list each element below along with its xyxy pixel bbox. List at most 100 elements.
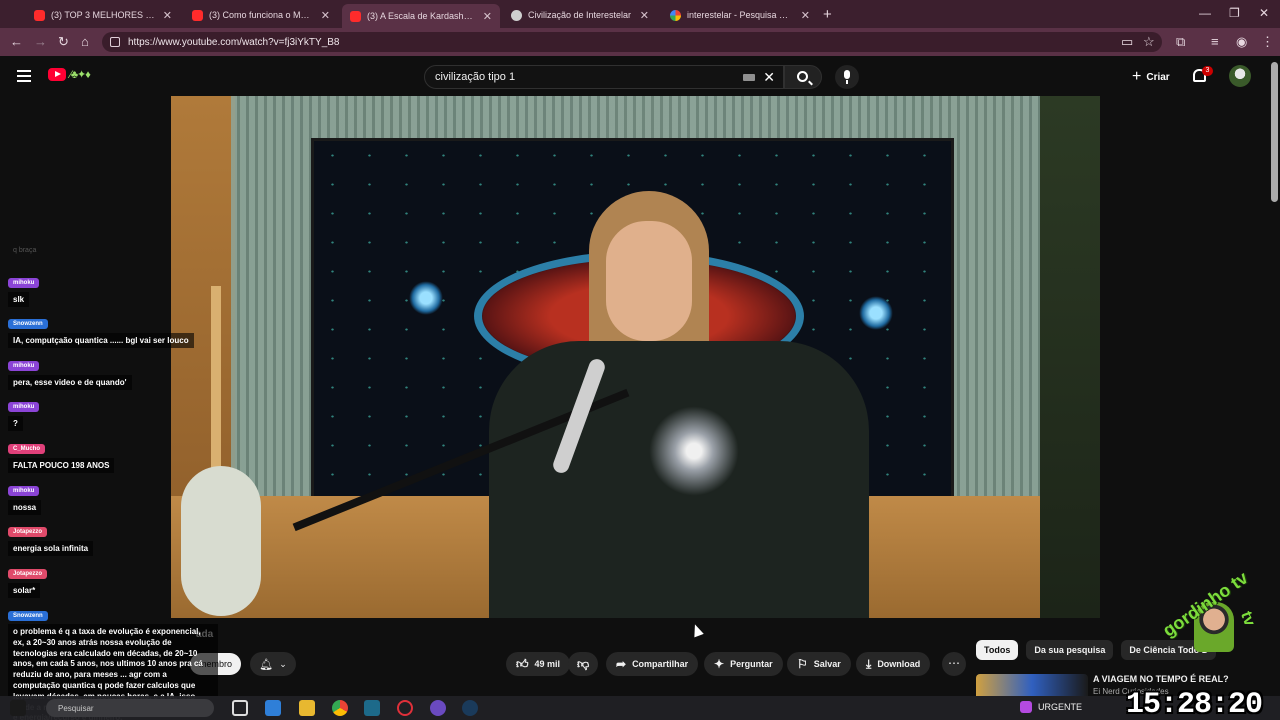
- close-tab-icon[interactable]: ✕: [321, 9, 330, 22]
- share-label: Compartilhar: [632, 659, 689, 669]
- start-icon[interactable]: [10, 700, 26, 716]
- close-tab-icon[interactable]: ✕: [483, 10, 492, 23]
- browser-tab-2[interactable]: (3) Como funciona o MAIOR TE ✕: [184, 4, 338, 26]
- chat-username: Snowzenn: [8, 319, 48, 329]
- chat-text: slk: [8, 292, 30, 307]
- discord-icon[interactable]: [430, 700, 446, 716]
- tab-title: (3) TOP 3 MELHORES MOUSES: [51, 10, 157, 20]
- taskbar-notification[interactable]: URGENTE: [1020, 701, 1082, 713]
- chat-username: mihoku: [8, 361, 40, 371]
- browser-toolbar: ← → ↻ ⌂ https://www.youtube.com/watch?v=…: [0, 28, 1280, 56]
- opera-icon[interactable]: [397, 700, 413, 716]
- back-icon[interactable]: ←: [10, 34, 23, 49]
- minimize-icon[interactable]: —: [1199, 6, 1211, 20]
- thumbs-down-icon: 👎︎: [577, 656, 590, 671]
- download-button[interactable]: ⤓ Download: [856, 652, 931, 676]
- page-scrollbar[interactable]: [1271, 62, 1278, 202]
- store-icon[interactable]: [265, 700, 281, 716]
- close-tab-icon[interactable]: ✕: [801, 9, 810, 22]
- chat-hint: q braça: [13, 247, 37, 254]
- chat-message: mihoku ?: [8, 395, 40, 431]
- browser-tab-3[interactable]: (3) A Escala de Kardashev Expli ✕: [342, 4, 500, 28]
- chat-username: C_Mucho: [8, 444, 45, 454]
- search-button[interactable]: [784, 65, 822, 89]
- task-view-icon[interactable]: [232, 700, 248, 716]
- tab-title: (3) Como funciona o MAIOR TE: [209, 10, 315, 20]
- home-icon[interactable]: ⌂: [81, 34, 89, 49]
- chat-text: pera, esse video e de quando': [8, 375, 132, 390]
- chat-message: Jotapezzo solar*: [8, 562, 48, 598]
- chat-username: Snowzenn: [8, 611, 48, 621]
- dislike-button[interactable]: 👎︎: [568, 652, 599, 676]
- search-icon: [797, 71, 808, 82]
- notification-app-icon: [1020, 701, 1032, 713]
- plus-icon: +: [1132, 68, 1142, 85]
- browser-tab-4[interactable]: Civilização de Interestelar ✕: [503, 4, 657, 26]
- forward-icon[interactable]: →: [34, 34, 47, 49]
- menu-kebab-icon[interactable]: ⋮: [1261, 34, 1274, 50]
- taskbar-search[interactable]: Pesquisar: [46, 699, 214, 717]
- youtube-favicon-icon: [350, 10, 361, 22]
- more-actions-icon[interactable]: ⋯: [942, 652, 966, 676]
- search-input[interactable]: civilização tipo 1 ✕: [424, 65, 784, 89]
- ask-label: Perguntar: [730, 659, 773, 669]
- globe-favicon-icon: [511, 9, 522, 21]
- chat-message: mihoku nossa: [8, 479, 42, 515]
- media-controls-icon[interactable]: ≡: [1211, 34, 1219, 49]
- clear-search-icon[interactable]: ✕: [763, 69, 775, 86]
- browser-tab-5[interactable]: interestelar - Pesquisa Google ✕: [662, 4, 818, 26]
- youtube-favicon-icon: [34, 9, 45, 21]
- keyboard-icon[interactable]: [743, 74, 755, 81]
- site-info-icon[interactable]: [110, 37, 120, 47]
- notification-badge: 3: [1202, 66, 1213, 76]
- steam-icon[interactable]: [462, 700, 478, 716]
- chat-username: Jotapezzo: [8, 569, 48, 579]
- tab-title: interestelar - Pesquisa Google: [687, 10, 795, 20]
- close-window-icon[interactable]: ✕: [1259, 6, 1269, 20]
- chrome-icon[interactable]: [332, 700, 348, 716]
- bookmark-star-icon[interactable]: ☆: [1143, 34, 1155, 50]
- voice-search-icon[interactable]: [835, 65, 859, 89]
- chat-username: Jotapezzo: [8, 527, 48, 537]
- chat-text: solar*: [8, 583, 41, 598]
- youtube-logo-icon[interactable]: [48, 68, 66, 81]
- profile-icon[interactable]: ◉: [1236, 34, 1247, 50]
- restore-icon[interactable]: ❐: [1229, 6, 1240, 20]
- chat-text: ?: [8, 416, 23, 431]
- galaxy-print: [649, 406, 739, 496]
- url-text: https://www.youtube.com/watch?v=fj3iYkTY…: [128, 36, 340, 48]
- hamburger-menu-icon[interactable]: [17, 70, 31, 85]
- like-button[interactable]: 👍︎ 49 mil: [506, 652, 571, 676]
- chat-message: C_Mucho FALTA POUCO 198 ANOS: [8, 437, 115, 473]
- windows-taskbar: Pesquisar URGENTE: [0, 696, 1280, 720]
- close-tab-icon[interactable]: ✕: [163, 9, 172, 22]
- ask-button[interactable]: ✦ Perguntar: [704, 652, 783, 676]
- file-explorer-icon[interactable]: [299, 700, 315, 716]
- cast-icon[interactable]: ▭: [1121, 34, 1133, 50]
- avatar[interactable]: [1229, 65, 1251, 87]
- recommended-video-thumbnail[interactable]: [976, 674, 1088, 696]
- thumbs-up-icon: 👍︎: [516, 656, 529, 671]
- new-tab-button[interactable]: +: [823, 6, 832, 23]
- browser-tab-1[interactable]: (3) TOP 3 MELHORES MOUSES ✕: [26, 4, 180, 26]
- chat-text: IA, computçaão quantica ...... bgl vai s…: [8, 333, 194, 348]
- chat-text: nossa: [8, 500, 42, 515]
- stream-brand-logo: gordinho tv tv: [1150, 566, 1274, 690]
- filter-chip-from-search[interactable]: Da sua pesquisa: [1026, 640, 1114, 660]
- create-button[interactable]: + Criar: [1132, 68, 1170, 86]
- share-button[interactable]: ➦ Compartilhar: [606, 652, 699, 676]
- subscribe-bell-button[interactable]: 🔔︎ ⌄: [250, 652, 296, 676]
- address-bar[interactable]: https://www.youtube.com/watch?v=fj3iYkTY…: [102, 32, 1162, 52]
- google-favicon-icon: [670, 9, 681, 21]
- save-button[interactable]: ⚐ Salvar: [787, 652, 851, 676]
- app-icon[interactable]: [364, 700, 380, 716]
- youtube-favicon-icon: [192, 9, 203, 21]
- presenter: [489, 191, 869, 618]
- reload-icon[interactable]: ↻: [58, 34, 69, 50]
- extensions-icon[interactable]: ⧉: [1176, 34, 1185, 50]
- close-tab-icon[interactable]: ✕: [640, 9, 649, 22]
- video-player[interactable]: [171, 96, 1100, 618]
- filter-chip-all[interactable]: Todos: [976, 640, 1019, 660]
- chat-username: mihoku: [8, 486, 40, 496]
- share-icon: ➦: [616, 657, 627, 671]
